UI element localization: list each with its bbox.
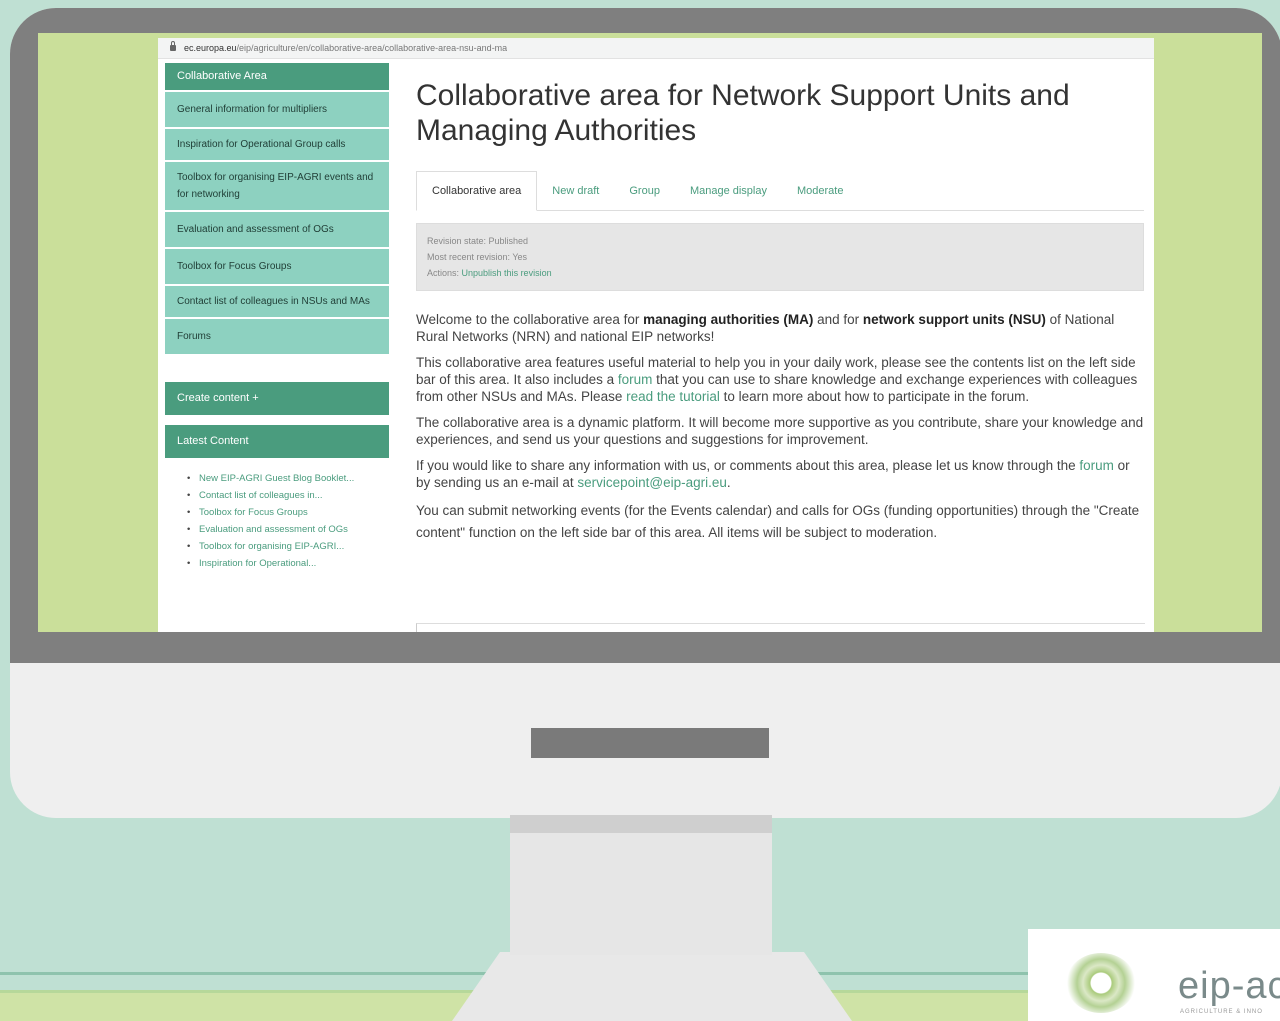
forum-link[interactable]: forum: [1079, 458, 1114, 473]
tab-group[interactable]: Group: [614, 172, 675, 210]
list-item: Contact list of colleagues in...: [187, 487, 389, 504]
sidebar-item-contact-list[interactable]: Contact list of colleagues in NSUs and M…: [165, 284, 389, 317]
tab-collaborative-area[interactable]: Collaborative area: [416, 171, 538, 211]
latest-content-list: New EIP-AGRI Guest Blog Booklet... Conta…: [165, 458, 389, 572]
revision-info: Revision state: Published Most recent re…: [416, 223, 1144, 291]
tutorial-link[interactable]: read the tutorial: [626, 389, 720, 404]
sidebar-item-general-information[interactable]: General information for multipliers: [165, 90, 389, 127]
list-item: Inspiration for Operational...: [187, 555, 389, 572]
page-title: Collaborative area for Network Support U…: [416, 79, 1070, 147]
sidebar-item-evaluation[interactable]: Evaluation and assessment of OGs: [165, 210, 389, 247]
tab-new-draft[interactable]: New draft: [537, 172, 614, 210]
forum-link[interactable]: forum: [618, 372, 653, 387]
latest-content-link[interactable]: Evaluation and assessment of OGs: [199, 524, 348, 535]
main-content: Collaborative area for Network Support U…: [416, 78, 1144, 553]
paragraph-dynamic: The collaborative area is a dynamic plat…: [416, 415, 1144, 447]
paragraph-features: This collaborative area features useful …: [416, 355, 1138, 404]
latest-content-link[interactable]: Toolbox for organising EIP-AGRI...: [199, 541, 344, 552]
logo-subtext: AGRICULTURE & INNO: [1180, 1009, 1263, 1015]
sidebar-item-toolbox-focus-groups[interactable]: Toolbox for Focus Groups: [165, 247, 389, 284]
tab-moderate[interactable]: Moderate: [782, 172, 858, 210]
unpublish-link[interactable]: Unpublish this revision: [462, 268, 552, 278]
create-content-button[interactable]: Create content +: [165, 382, 389, 415]
latest-content-link[interactable]: Contact list of colleagues in...: [199, 490, 323, 501]
email-link[interactable]: servicepoint@eip-agri.eu: [577, 475, 727, 490]
revision-state: Revision state: Published: [427, 236, 529, 246]
latest-content-link[interactable]: New EIP-AGRI Guest Blog Booklet...: [199, 473, 354, 484]
sidebar-item-inspiration[interactable]: Inspiration for Operational Group calls: [165, 127, 389, 160]
list-item: New EIP-AGRI Guest Blog Booklet...: [187, 470, 389, 487]
browser-window: ec.europa.eu/eip/agriculture/en/collabor…: [158, 38, 1154, 632]
latest-content-header: Latest Content: [165, 425, 389, 458]
logo-text: eip-ac: [1178, 965, 1280, 1007]
monitor-stand-neck: [510, 815, 772, 955]
list-item: Evaluation and assessment of OGs: [187, 521, 389, 538]
latest-content-link[interactable]: Toolbox for Focus Groups: [199, 507, 308, 518]
sidebar-item-forums[interactable]: Forums: [165, 317, 389, 354]
content-box-edge: [416, 623, 1145, 632]
revision-latest: Most recent revision: Yes: [427, 252, 528, 262]
tab-manage-display[interactable]: Manage display: [675, 172, 782, 210]
monitor-stand-shadow: [510, 815, 772, 833]
revision-actions: Actions: Unpublish this revision: [427, 268, 552, 278]
eip-agri-logo: eip-ac AGRICULTURE & INNO: [1028, 929, 1280, 1021]
url-text[interactable]: ec.europa.eu/eip/agriculture/en/collabor…: [184, 43, 507, 53]
paragraph-submit: You can submit networking events (for th…: [416, 503, 1140, 540]
logo-mark-icon: [1066, 953, 1136, 1013]
paragraph-welcome: Welcome to the collaborative area for ma…: [416, 312, 1115, 344]
monitor-screen: ec.europa.eu/eip/agriculture/en/collabor…: [38, 33, 1262, 632]
monitor-stand-base: [452, 952, 852, 1021]
sidebar-item-toolbox-events[interactable]: Toolbox for organising EIP-AGRI events a…: [165, 160, 389, 210]
latest-content-link[interactable]: Inspiration for Operational...: [199, 558, 316, 569]
body-text: Welcome to the collaborative area for ma…: [416, 311, 1144, 544]
list-item: Toolbox for Focus Groups: [187, 504, 389, 521]
tab-bar: Collaborative area New draft Group Manag…: [416, 170, 1144, 211]
sidebar-header[interactable]: Collaborative Area: [165, 63, 389, 90]
sidebar: Collaborative Area General information f…: [165, 63, 389, 572]
list-item: Toolbox for organising EIP-AGRI...: [187, 538, 389, 555]
paragraph-contact: If you would like to share any informati…: [416, 458, 1130, 490]
monitor-slot: [531, 728, 769, 758]
address-bar[interactable]: ec.europa.eu/eip/agriculture/en/collabor…: [158, 38, 1154, 59]
lock-icon: [170, 41, 176, 51]
